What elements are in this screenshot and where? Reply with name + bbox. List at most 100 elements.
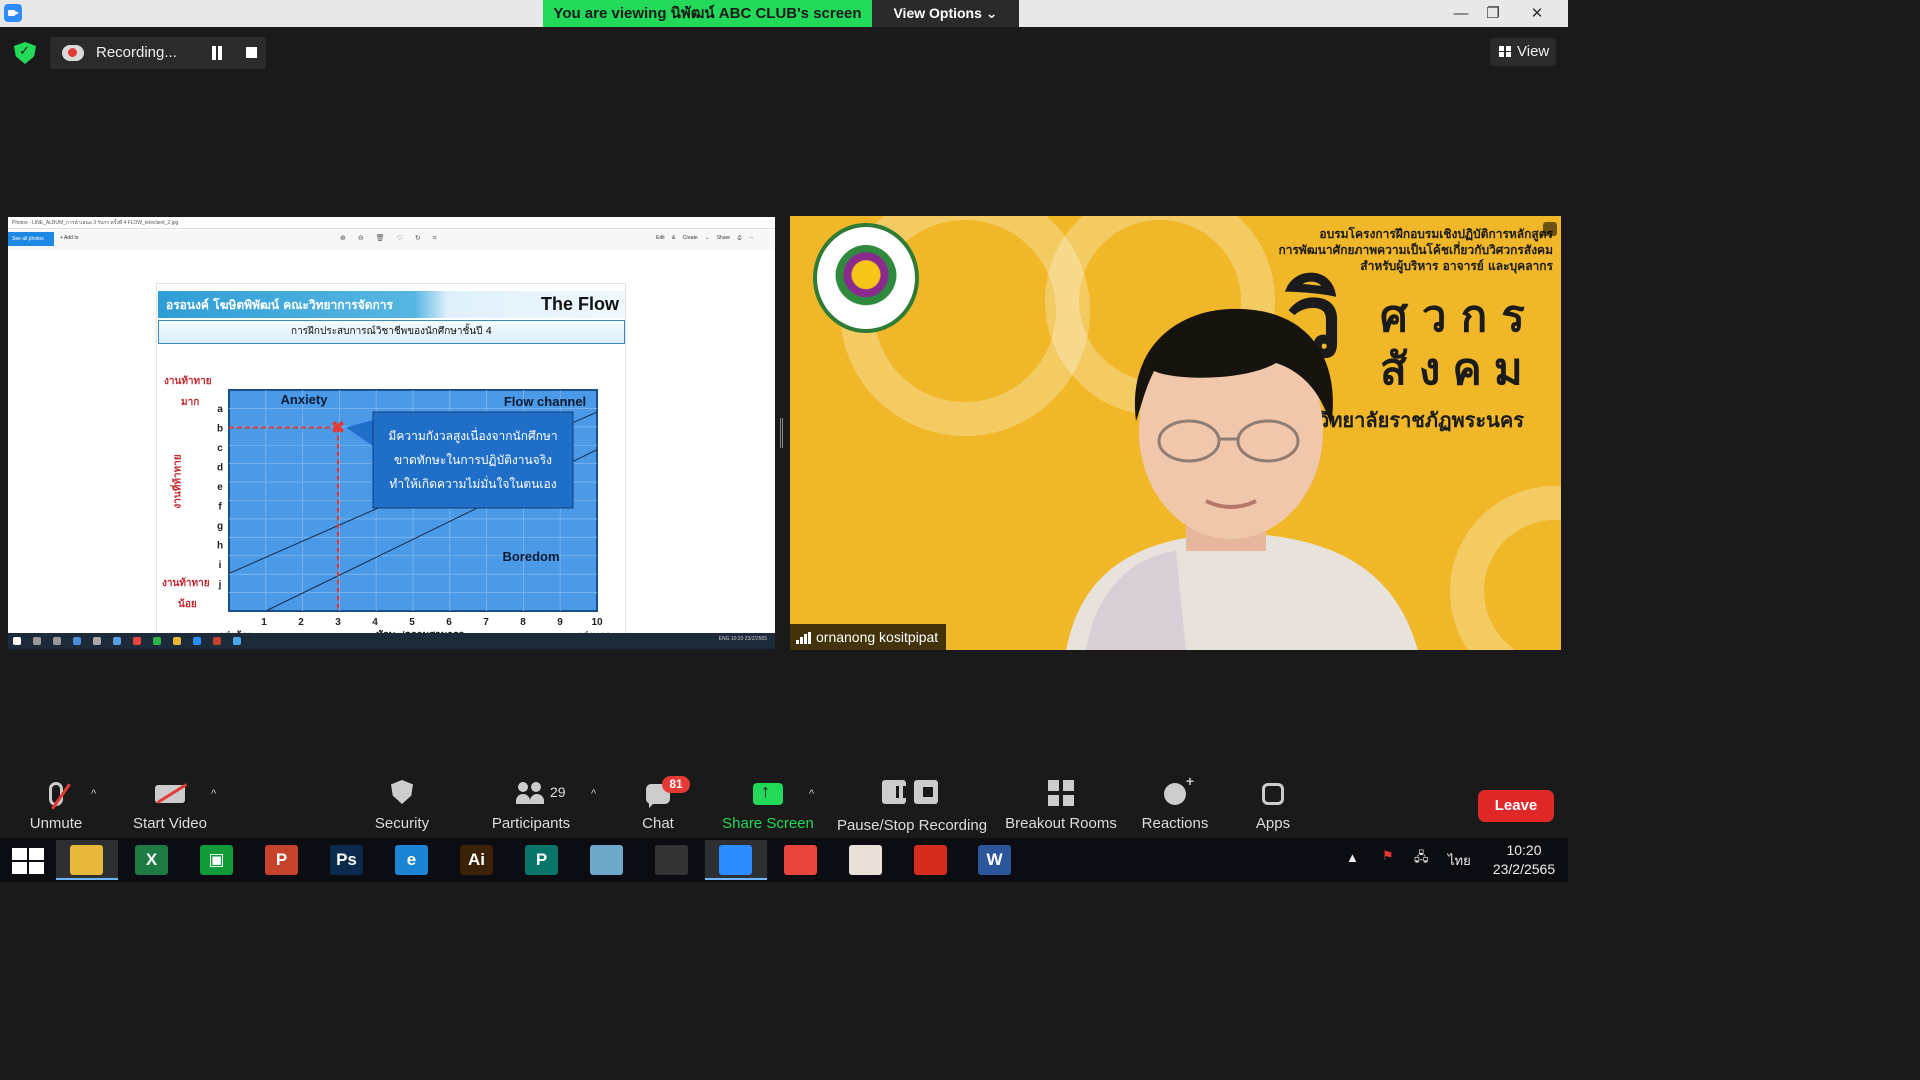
windows-start-icon[interactable] bbox=[12, 848, 44, 874]
participants-button[interactable]: Participants bbox=[486, 770, 576, 838]
taskbar-excel-icon[interactable]: X bbox=[121, 840, 183, 880]
taskbar-publisher-icon[interactable]: P bbox=[511, 840, 573, 880]
view-label: View bbox=[1517, 43, 1550, 60]
x-tick-label: 8 bbox=[520, 617, 526, 628]
taskbar-app-glyph bbox=[784, 845, 817, 875]
share-label: Share bbox=[716, 235, 731, 241]
taskbar-file-explorer-icon[interactable] bbox=[56, 840, 118, 880]
tray-expand-icon[interactable]: ▲ bbox=[1346, 850, 1359, 865]
participant-name-tag: ornanong kositpipat bbox=[790, 624, 947, 650]
reactions-button[interactable]: Reactions bbox=[1138, 770, 1212, 838]
language-indicator[interactable]: ไทย bbox=[1448, 850, 1471, 871]
marker-x-point: ✖ bbox=[330, 418, 345, 439]
participant-name: ornanong kositpipat bbox=[816, 629, 939, 645]
pause-stop-recording-label: Pause/Stop Recording bbox=[836, 817, 988, 834]
photos-toolbar: See all photos + Add to ⊕⊖🗑♡↻⌗ Edit & Cr… bbox=[8, 230, 775, 250]
taskbar-app-glyph: W bbox=[978, 845, 1011, 875]
shared-app-icon bbox=[73, 637, 81, 645]
y-tick-label: j bbox=[218, 580, 222, 591]
viewing-screen-banner: You are viewing นิพัฒน์ ABC CLUB's scree… bbox=[543, 0, 872, 27]
recording-label: Recording... bbox=[96, 44, 177, 61]
shared-photos-icon bbox=[233, 637, 241, 645]
taskbar-app-glyph: ▣ bbox=[200, 845, 233, 875]
taskbar-store-icon[interactable]: ▣ bbox=[186, 840, 248, 880]
university-seal-logo bbox=[813, 223, 919, 333]
close-button[interactable]: ✕ bbox=[1518, 0, 1556, 27]
leave-button[interactable]: Leave bbox=[1478, 790, 1554, 822]
meeting-controls-toolbar: Unmute ^ Start Video ^ Security Particip… bbox=[0, 770, 1568, 838]
x-tick-label: 6 bbox=[446, 617, 452, 628]
zoom-meeting-window: You are viewing นิพัฒน์ ABC CLUB's scree… bbox=[0, 0, 1568, 882]
y-tick-label: g bbox=[217, 521, 223, 532]
taskbar-zoom-icon[interactable] bbox=[705, 840, 767, 880]
tile-splitter-handle[interactable] bbox=[780, 418, 783, 448]
network-icon[interactable]: 🖧 bbox=[1414, 848, 1429, 870]
pause-glyph bbox=[896, 786, 906, 798]
apps-button[interactable]: Apps bbox=[1248, 770, 1298, 838]
share-screen-button[interactable]: Share Screen bbox=[720, 770, 816, 838]
taskbar-notepad-icon[interactable] bbox=[576, 840, 638, 880]
video-off-icon bbox=[155, 785, 185, 803]
x-tick-label: 2 bbox=[298, 617, 304, 628]
pause-stop-recording-button[interactable]: Pause/Stop Recording bbox=[836, 770, 988, 838]
encryption-shield-icon[interactable] bbox=[14, 42, 36, 64]
reaction-smiley-icon bbox=[1164, 773, 1194, 805]
taskbar-acrobat-icon[interactable] bbox=[900, 840, 962, 880]
taskbar-chrome-icon[interactable] bbox=[770, 840, 832, 880]
taskbar-internet-explorer-icon[interactable]: e bbox=[381, 840, 443, 880]
clock-date: 23/2/2565 bbox=[1492, 861, 1556, 877]
taskbar-powerpoint-icon[interactable]: P bbox=[251, 840, 313, 880]
chat-label: Chat bbox=[642, 815, 674, 832]
security-button[interactable]: Security bbox=[366, 770, 438, 838]
reactions-label: Reactions bbox=[1141, 815, 1209, 832]
start-video-button[interactable]: Start Video bbox=[124, 770, 216, 838]
taskbar-illustrator-icon[interactable]: Ai bbox=[446, 840, 508, 880]
photos-right-tools: Edit & Create ⌄ Share ⎙ ⋯ bbox=[656, 235, 754, 241]
flow-chart: Anxiety Flow channel Boredom abcdefghij 1 2 3 4… bbox=[217, 389, 611, 642]
speaker-person bbox=[1066, 308, 1418, 650]
y-tick-label: f bbox=[218, 502, 222, 513]
unmute-button[interactable]: Unmute bbox=[20, 770, 92, 838]
x-tick-label: 10 bbox=[591, 617, 603, 628]
x-tick-label: 1 bbox=[261, 617, 267, 628]
breakout-rooms-button[interactable]: Breakout Rooms bbox=[1004, 770, 1118, 838]
participants-icon bbox=[516, 780, 546, 808]
y-tick-label: h bbox=[217, 541, 223, 552]
audio-options-caret[interactable]: ^ bbox=[91, 788, 96, 800]
pause-recording-icon[interactable] bbox=[210, 46, 224, 60]
share-options-caret[interactable]: ^ bbox=[809, 788, 814, 800]
grid-icon bbox=[1499, 46, 1511, 57]
x-tick-label: 7 bbox=[483, 617, 489, 628]
video-options-caret[interactable]: ^ bbox=[211, 788, 216, 800]
clock-time: 10:20 bbox=[1506, 842, 1542, 858]
taskbar-app-glyph bbox=[914, 845, 947, 875]
view-layout-button[interactable]: View bbox=[1490, 38, 1556, 66]
taskbar-photos-icon[interactable] bbox=[835, 840, 897, 880]
shared-tray-clock: ENG 10:20 23/2/2565 bbox=[718, 636, 767, 642]
taskbar-photoscape-icon[interactable] bbox=[641, 840, 703, 880]
action-center-flag-icon[interactable]: ⚑ bbox=[1382, 848, 1394, 864]
apps-label: Apps bbox=[1255, 815, 1291, 832]
view-options-button[interactable]: View Options ⌄ bbox=[872, 0, 1019, 27]
taskbar-app-glyph bbox=[70, 845, 103, 875]
y-tick-label: e bbox=[217, 482, 223, 493]
taskbar-clock[interactable]: 10:20 23/2/2565 bbox=[1484, 841, 1564, 879]
shared-taskview-icon bbox=[53, 637, 61, 645]
share-screen-label: Share Screen bbox=[722, 815, 814, 832]
region-label: Anxiety bbox=[281, 392, 329, 407]
y-tick-label: b bbox=[217, 424, 223, 435]
taskbar-photoshop-icon[interactable]: Ps bbox=[316, 840, 378, 880]
taskbar-word-icon[interactable]: W bbox=[964, 840, 1026, 880]
stop-recording-icon[interactable] bbox=[246, 47, 257, 58]
restore-button[interactable]: ❐ bbox=[1474, 0, 1512, 27]
x-tick-label: 5 bbox=[409, 617, 415, 628]
photo-canvas: อรอนงค์ โฆษิตพิพัฒน์ คณะวิทยาการจัดการ T… bbox=[8, 250, 775, 649]
region-label: Boredom bbox=[502, 549, 559, 564]
shared-zoom-icon bbox=[193, 637, 201, 645]
stop-glyph bbox=[923, 787, 933, 797]
video-options-icon[interactable] bbox=[1543, 222, 1557, 236]
speaker-video-tile[interactable]: อบรมโครงการฝึกอบรมเชิงปฏิบัติการหลักสูตร… bbox=[790, 216, 1561, 650]
participants-options-caret[interactable]: ^ bbox=[591, 788, 596, 800]
edit-create-label: Edit & Create ⌄ bbox=[656, 235, 710, 241]
add-to-button: + Add to bbox=[60, 235, 79, 241]
